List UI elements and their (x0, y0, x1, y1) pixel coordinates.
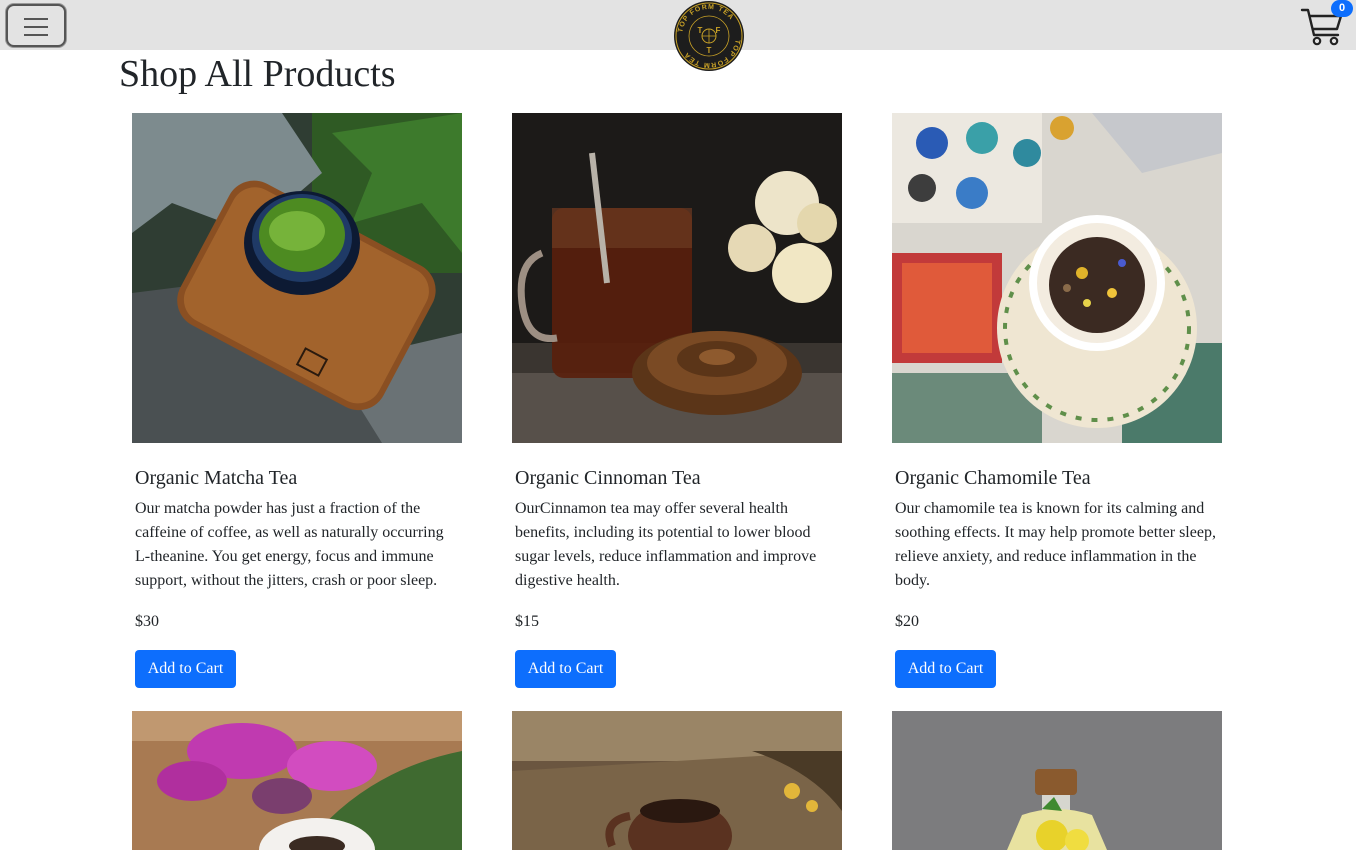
product-image-flowers[interactable] (132, 711, 462, 855)
page-title: Shop All Products (119, 53, 396, 95)
product-name: Organic Cinnoman Tea (515, 467, 701, 489)
product-image-matcha[interactable] (132, 113, 462, 443)
product-card-row2-3 (892, 711, 1222, 855)
cart-count-badge: 0 (1331, 0, 1353, 17)
add-to-cart-button[interactable]: Add to Cart (895, 650, 996, 688)
product-price: $20 (895, 613, 919, 630)
logo-letter-1: T (698, 26, 703, 35)
add-to-cart-button[interactable]: Add to Cart (135, 650, 236, 688)
product-card-row2-1 (132, 711, 462, 855)
product-description: Our chamomile tea is known for its calmi… (895, 500, 1216, 589)
product-name: Organic Chamomile Tea (895, 467, 1091, 489)
product-description: OurCinnamon tea may offer several health… (515, 500, 817, 589)
product-image-herbal-cup[interactable] (512, 711, 842, 855)
product-price: $15 (515, 613, 539, 630)
add-to-cart-button[interactable]: Add to Cart (515, 650, 616, 688)
product-image-cinnamon[interactable] (512, 113, 842, 443)
menu-toggle-button[interactable] (6, 4, 66, 47)
product-description: Our matcha powder has just a fraction of… (135, 500, 444, 589)
product-card-chamomile: Organic Chamomile Tea Our chamomile tea … (892, 113, 1222, 688)
logo-letter-2: F (716, 26, 721, 35)
product-card-matcha: Organic Matcha Tea Our matcha powder has… (132, 113, 462, 688)
product-image-lemon-bottle[interactable] (892, 711, 1222, 853)
brand-logo[interactable]: TOP FORM TEA TOP FORM TEA T F T (674, 1, 744, 71)
product-name: Organic Matcha Tea (135, 467, 298, 489)
logo-letter-3: T (707, 46, 712, 55)
hamburger-icon (24, 18, 48, 36)
product-price: $30 (135, 613, 159, 630)
product-card-row2-2 (512, 711, 842, 855)
product-image-chamomile[interactable] (892, 113, 1222, 443)
product-card-cinnamon: Organic Cinnoman Tea OurCinnamon tea may… (512, 113, 842, 688)
